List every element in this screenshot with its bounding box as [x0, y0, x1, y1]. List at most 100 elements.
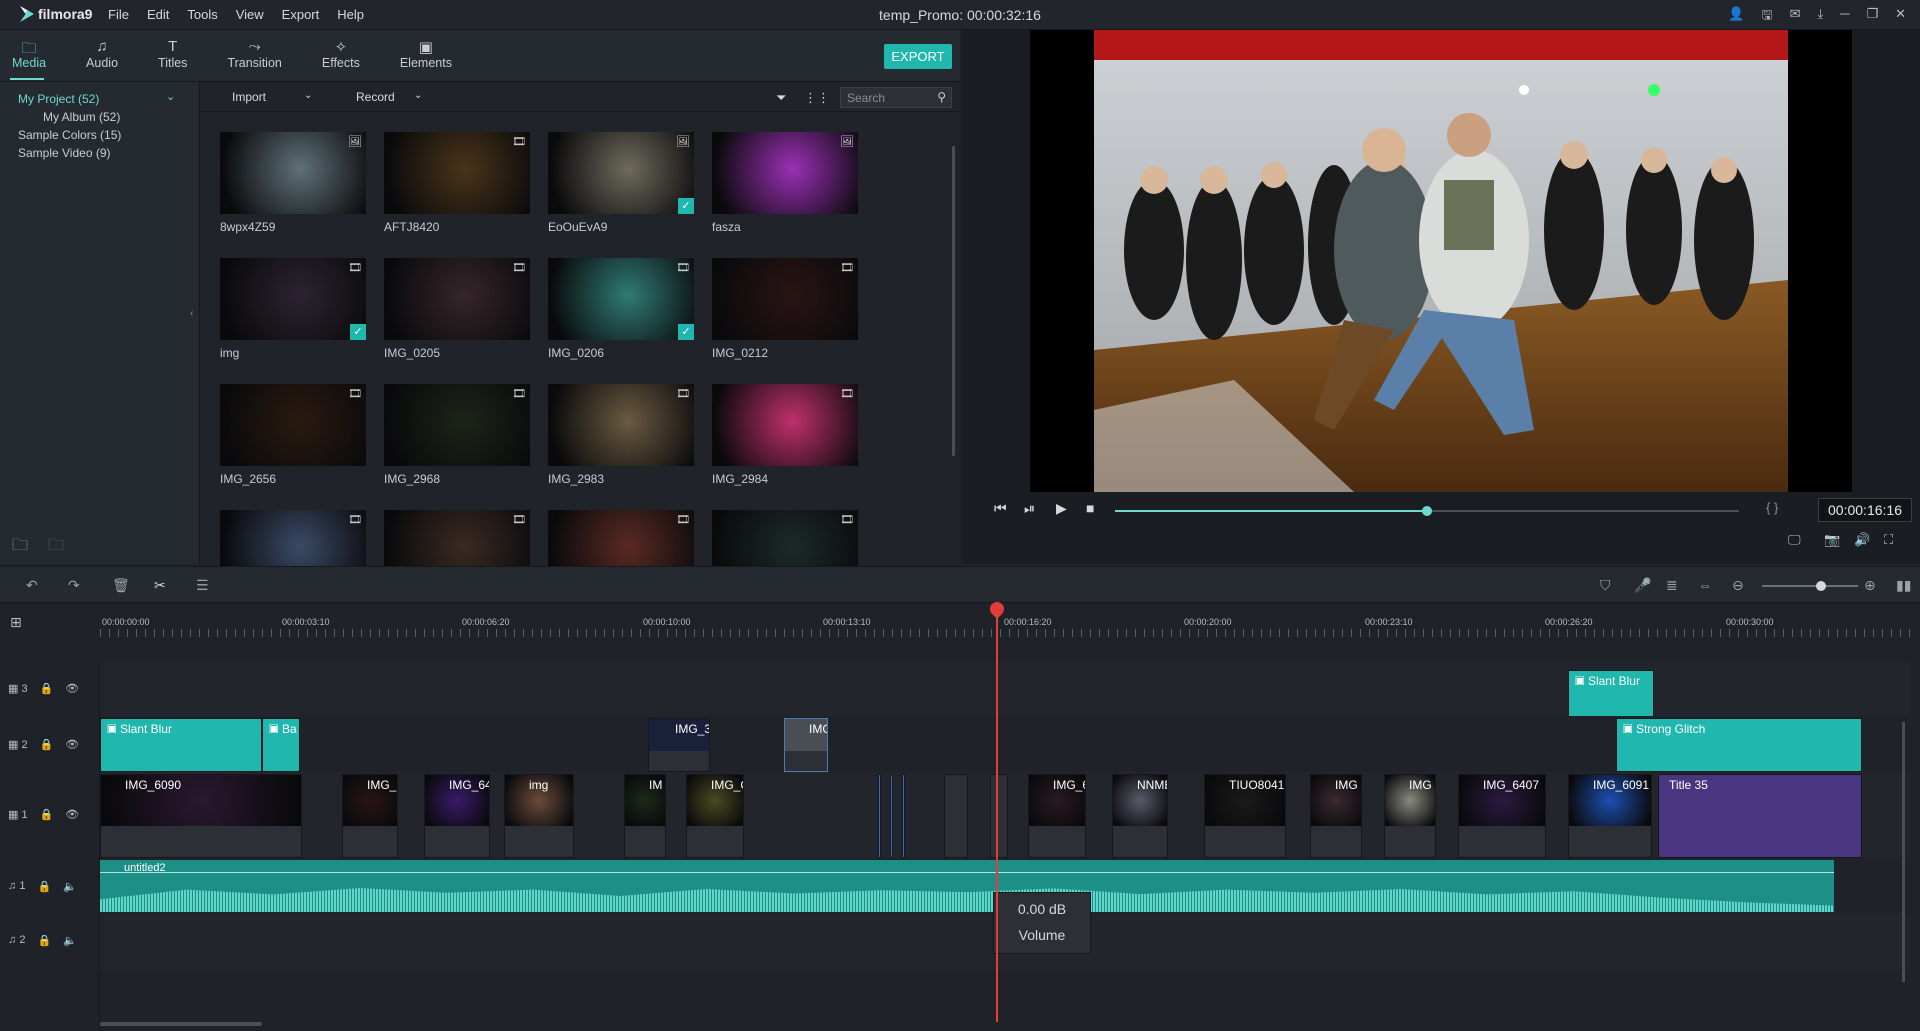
step-play-icon[interactable]: ⏯ [1024, 500, 1035, 517]
speaker-icon[interactable]: 🔈 [63, 880, 77, 893]
media-thumbnail[interactable]: 🎞 [712, 258, 858, 340]
lock-icon[interactable]: 🔒 [40, 738, 54, 751]
media-item[interactable]: 🎞 AFTJ8420 [384, 132, 530, 234]
media-thumbnail[interactable]: 🖼 [712, 132, 858, 214]
timeline-ruler[interactable]: 00:00:00:00 00:00:03:10 00:00:06:20 00:0… [100, 603, 1910, 637]
delete-icon[interactable]: 🗑 [112, 577, 130, 594]
title-clip[interactable]: Title 35 [1658, 774, 1862, 858]
media-item[interactable]: 🎞 ✓ IMG_0206 [548, 258, 694, 360]
menu-help[interactable]: Help [337, 7, 364, 22]
video-clip[interactable]: NNME [1112, 774, 1168, 858]
import-button[interactable]: Import [232, 90, 266, 104]
lock-icon[interactable]: 🔒 [37, 934, 51, 947]
speaker-icon[interactable]: 🔈 [63, 934, 77, 947]
video-clip[interactable]: IMG_3 [648, 718, 710, 772]
media-item[interactable]: 🎞 IMG_0212 [712, 258, 858, 360]
collapse-arrow-icon[interactable]: ‹ [190, 308, 193, 319]
media-item[interactable]: 🎞 IMG_0205 [384, 258, 530, 360]
mail-icon[interactable]: ✉ [1790, 6, 1801, 28]
video-clip[interactable] [890, 774, 893, 858]
media-item[interactable]: 🎞 IMG_2984 [712, 384, 858, 486]
video-clip[interactable] [990, 774, 1008, 858]
audio-clip[interactable]: untitled2 [100, 860, 1834, 912]
video-clip[interactable]: IMG_6090 [100, 774, 302, 858]
media-item[interactable]: 🎞 IMG_2656 [220, 384, 366, 486]
video-clip[interactable]: IMG [1310, 774, 1362, 858]
eye-icon[interactable]: 👁 [65, 808, 79, 821]
video-clip[interactable]: TIUO8041 [1204, 774, 1286, 858]
video-clip[interactable]: IMG_64 [424, 774, 490, 858]
chevron-down-icon[interactable]: ⌄ [166, 90, 175, 103]
media-thumbnail[interactable]: 🎞 [384, 258, 530, 340]
media-thumbnail[interactable]: 🎞 ✓ [548, 258, 694, 340]
stop-icon[interactable]: ■ [1086, 500, 1094, 516]
split-icon[interactable]: ✂ [154, 577, 166, 594]
grid-view-icon[interactable]: ⋮⋮ [804, 90, 830, 106]
library-item-my-project[interactable]: My Project (52) [18, 92, 99, 106]
media-thumbnail[interactable]: 🎞 [712, 384, 858, 466]
play-icon[interactable]: ▶ [1056, 500, 1067, 517]
chevron-down-icon[interactable]: ⌄ [304, 90, 312, 101]
eye-icon[interactable]: 👁 [65, 682, 79, 695]
app-logo[interactable]: filmora9 [20, 6, 92, 22]
lock-icon[interactable]: 🔒 [40, 808, 54, 821]
close-icon[interactable]: ✕ [1895, 6, 1906, 28]
lock-icon[interactable]: 🔒 [40, 682, 54, 695]
video-clip[interactable]: IM [624, 774, 666, 858]
record-button[interactable]: Record [356, 90, 395, 104]
playhead[interactable] [996, 602, 998, 1022]
previous-frame-icon[interactable]: ⏮ [994, 500, 1007, 517]
video-clip[interactable]: img [504, 774, 574, 858]
redo-icon[interactable]: ↷ [68, 577, 80, 594]
fit-timeline-icon[interactable]: ⇔ [1698, 577, 1712, 593]
video-clip[interactable] [944, 774, 968, 858]
adjust-icon[interactable]: ☰ [196, 577, 209, 594]
minimize-icon[interactable]: ─ [1840, 6, 1849, 28]
effect-clip[interactable]: 🞕 Ba [262, 718, 300, 772]
media-thumbnail[interactable]: 🎞 [384, 132, 530, 214]
effect-clip[interactable]: 🞕 Strong Glitch [1616, 718, 1862, 772]
playback-progress-bar[interactable] [1115, 506, 1739, 516]
media-thumbnail[interactable]: 🎞 [384, 384, 530, 466]
tab-titles[interactable]: T Titles [146, 30, 199, 82]
video-clip[interactable]: IMG_6 [1028, 774, 1086, 858]
mark-in-out-brackets[interactable]: { } [1766, 500, 1778, 515]
video-clip[interactable]: IMG_6091 [1568, 774, 1652, 858]
marker-icon[interactable]: ⛉ [1600, 577, 1611, 594]
media-item[interactable]: 🖼 fasza [712, 132, 858, 234]
menu-tools[interactable]: Tools [187, 7, 217, 22]
tab-transition[interactable]: ⤳ Transition [215, 30, 293, 82]
save-icon[interactable]: 🖫 [1761, 6, 1772, 28]
search-input[interactable]: Search ⚲ [840, 87, 952, 108]
zoom-in-icon[interactable]: ⊕ [1864, 577, 1876, 594]
video-clip[interactable]: IMG [784, 718, 828, 772]
media-item[interactable]: 🖼 ✓ EoOuEvA9 [548, 132, 694, 234]
media-item[interactable]: 🎞 ✓ img [220, 258, 366, 360]
library-item-my-album[interactable]: My Album (52) [43, 110, 120, 124]
video-clip[interactable]: IMG_6407 [1458, 774, 1546, 858]
video-clip[interactable]: IMG_ [342, 774, 398, 858]
chevron-down-icon[interactable]: ⌄ [414, 90, 422, 101]
menu-edit[interactable]: Edit [147, 7, 169, 22]
media-thumbnail[interactable]: 🎞 [220, 384, 366, 466]
timeline-horizontal-scrollbar[interactable] [100, 1022, 262, 1026]
timeline-vertical-scrollbar[interactable] [1902, 722, 1905, 982]
tab-elements[interactable]: ▣ Elements [388, 30, 464, 82]
download-icon[interactable]: ⤓ [1817, 6, 1823, 28]
library-item-sample-video[interactable]: Sample Video (9) [18, 146, 111, 160]
video-clip[interactable] [878, 774, 881, 858]
export-button[interactable]: EXPORT [884, 44, 952, 69]
layout-icon[interactable]: ▮▮ [1896, 577, 1911, 594]
filter-icon[interactable]: ⏷ [776, 90, 786, 106]
media-item[interactable]: 🖼 8wpx4Z59 [220, 132, 366, 234]
delete-folder-icon[interactable]: 🗀 [48, 534, 64, 561]
new-folder-icon[interactable]: 🗀 [12, 534, 28, 561]
add-track-icon[interactable]: ⊞ [10, 614, 22, 631]
progress-handle[interactable] [1422, 506, 1432, 516]
menu-file[interactable]: File [108, 7, 129, 22]
tab-media[interactable]: 🗀 Media [0, 30, 58, 82]
tab-audio[interactable]: ♫ Audio [74, 30, 130, 82]
menu-view[interactable]: View [236, 7, 264, 22]
menu-export[interactable]: Export [282, 7, 320, 22]
zoom-slider-handle[interactable] [1816, 581, 1826, 591]
